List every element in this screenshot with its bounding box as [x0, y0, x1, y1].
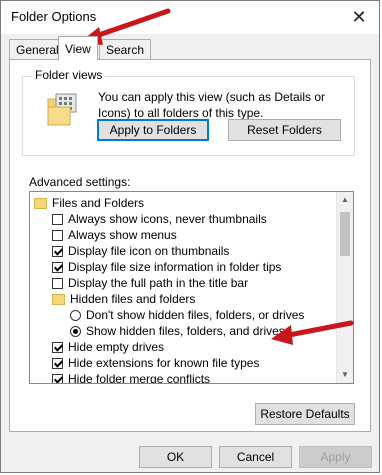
checkbox-checked-icon[interactable]: [52, 374, 63, 383]
reset-folders-button[interactable]: Reset Folders: [228, 119, 341, 141]
setting-display-file-icon[interactable]: Display file icon on thumbnails: [52, 243, 229, 259]
scroll-down-icon[interactable]: ▼: [337, 367, 353, 383]
restore-defaults-button[interactable]: Restore Defaults: [255, 403, 355, 425]
tab-view[interactable]: View: [58, 36, 98, 60]
tree-folder-hidden-files: Hidden files and folders: [52, 291, 195, 307]
folder-options-window: Folder Options ✕ General View Search Fol…: [0, 0, 380, 473]
checkbox-checked-icon[interactable]: [52, 262, 63, 273]
scroll-thumb[interactable]: [340, 212, 350, 256]
setting-display-full-path[interactable]: Display the full path in the title bar: [52, 275, 248, 291]
window-title: Folder Options: [11, 9, 97, 24]
setting-hide-merge-conflicts[interactable]: Hide folder merge conflicts: [52, 371, 210, 383]
radio-icon[interactable]: [70, 310, 81, 321]
setting-hide-empty-drives[interactable]: Hide empty drives: [52, 339, 164, 355]
advanced-settings-label: Advanced settings:: [29, 175, 131, 189]
cancel-button[interactable]: Cancel: [219, 446, 292, 468]
setting-show-hidden[interactable]: Show hidden files, folders, and drives: [70, 323, 285, 339]
close-icon[interactable]: ✕: [347, 5, 371, 29]
ok-button[interactable]: OK: [139, 446, 212, 468]
tab-search[interactable]: Search: [99, 39, 152, 59]
tab-view-label: View: [65, 42, 91, 56]
setting-display-file-size[interactable]: Display file size information in folder …: [52, 259, 281, 275]
setting-always-show-menus[interactable]: Always show menus: [52, 227, 177, 243]
apply-button[interactable]: Apply: [299, 446, 372, 468]
folder-icon: [52, 294, 65, 305]
folder-views-description: You can apply this view (such as Details…: [98, 90, 326, 120]
advanced-settings-tree[interactable]: Files and Folders Always show icons, nev…: [29, 191, 354, 384]
checkbox-icon[interactable]: [52, 230, 63, 241]
tree-scrollbar[interactable]: ▲ ▼: [336, 192, 353, 383]
scroll-up-icon[interactable]: ▲: [337, 192, 353, 208]
checkbox-icon[interactable]: [52, 214, 63, 225]
radio-selected-icon[interactable]: [70, 326, 81, 337]
checkbox-checked-icon[interactable]: [52, 246, 63, 257]
tree-folder-files-and-folders: Files and Folders: [34, 195, 144, 211]
setting-dont-show-hidden[interactable]: Don't show hidden files, folders, or dri…: [70, 307, 304, 323]
checkbox-checked-icon[interactable]: [52, 358, 63, 369]
folder-views-legend: Folder views: [32, 68, 106, 82]
setting-always-show-icons[interactable]: Always show icons, never thumbnails: [52, 211, 267, 227]
checkbox-icon[interactable]: [52, 278, 63, 289]
tab-general-label: General: [16, 43, 59, 57]
setting-hide-extensions[interactable]: Hide extensions for known file types: [52, 355, 259, 371]
folder-views-icon: [47, 93, 77, 126]
checkbox-checked-icon[interactable]: [52, 342, 63, 353]
title-bar: Folder Options ✕: [1, 1, 379, 34]
folder-icon: [34, 198, 47, 209]
apply-to-folders-button[interactable]: Apply to Folders: [97, 119, 209, 141]
tab-search-label: Search: [106, 43, 145, 57]
